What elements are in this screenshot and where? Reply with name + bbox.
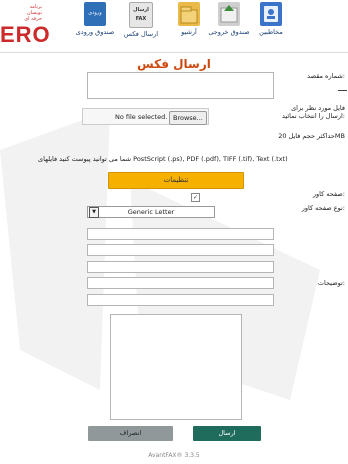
contact-picker-icon[interactable]	[338, 84, 347, 91]
nav-send-fax[interactable]: ارسال FAX ارسال فکس	[118, 2, 164, 50]
inbox-icon: ورودی	[84, 2, 106, 26]
nav-archive-label: آرشیو	[181, 28, 197, 36]
page-title: ارسال فکس	[137, 57, 211, 71]
footer-version: AvantFAX® 3.3.5	[148, 452, 200, 459]
cover-page-checkbox[interactable]: ✓	[191, 193, 200, 202]
inbox-icon-text: ورودی	[88, 10, 102, 16]
cover-type-label: نوع صفحه کاور:	[301, 204, 345, 212]
file-browse-button[interactable]: Browse...	[169, 111, 207, 125]
fax-icon: ارسال FAX	[129, 2, 153, 28]
nav-outbox-label: صندوق خروجی	[208, 28, 250, 36]
nav-inbox-label: صندوق ورودی	[75, 28, 115, 36]
cover-page-label: صفحه کاور:	[312, 190, 345, 198]
nav-inbox[interactable]: ورودی صندوق ورودی	[72, 2, 118, 50]
cover-field-5[interactable]	[87, 294, 274, 306]
destination-input[interactable]	[87, 72, 274, 99]
contacts-icon	[260, 2, 282, 26]
send-button[interactable]: ارسال	[193, 426, 261, 441]
brand-logo: ERO	[0, 22, 51, 47]
nav-send-fax-label: ارسال فکس	[123, 30, 159, 38]
nav-outbox[interactable]: صندوق خروجی	[206, 2, 252, 50]
chevron-down-icon[interactable]: ▼	[89, 207, 99, 218]
comments-textarea[interactable]	[110, 314, 242, 420]
nav-archive[interactable]: آرشیو	[166, 2, 212, 50]
nav-contacts[interactable]: مخاطبین	[248, 2, 294, 50]
nav-contacts-label: مخاطبین	[259, 28, 283, 36]
file-status-text: No file selected.	[115, 113, 168, 121]
fax-icon-text: ارسال FAX	[133, 7, 149, 22]
outbox-icon	[218, 2, 240, 26]
cover-type-select[interactable]: Generic Letter	[87, 206, 215, 218]
archive-icon	[178, 2, 200, 26]
settings-button[interactable]: تنظیمات	[108, 172, 244, 189]
cover-field-3[interactable]	[87, 261, 274, 273]
comments-label: توضیحات:	[317, 279, 345, 287]
supported-formats-note: شما می توانید پیوست کنید فایلهای PostScr…	[38, 155, 288, 163]
brand-tagline: برنامه نویسان حرفه ای	[2, 4, 42, 22]
cancel-button[interactable]: انصراف	[88, 426, 173, 441]
cover-field-1[interactable]	[87, 228, 274, 240]
cover-field-2[interactable]	[87, 244, 274, 256]
destination-label: شماره مقصد:	[307, 72, 345, 80]
max-size-label: حداکثر حجم فایل 20MB	[278, 132, 345, 140]
file-select-label: فایل مورد نظر برای ارسال را انتخاب نمائی…	[281, 104, 345, 120]
cover-field-4[interactable]	[87, 277, 274, 289]
